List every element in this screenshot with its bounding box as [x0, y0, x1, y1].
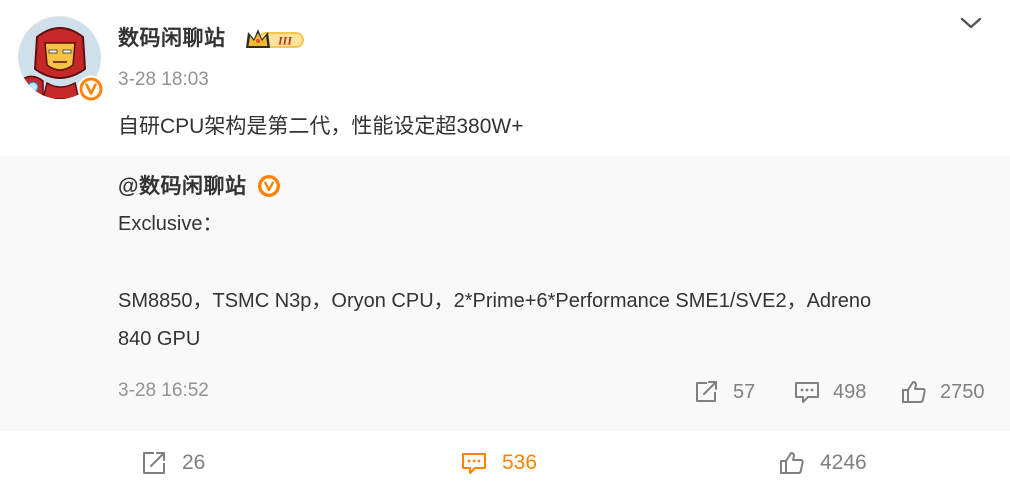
retweet-time[interactable]: 3-28 16:52: [118, 379, 209, 403]
comment-icon: [795, 382, 819, 403]
retweet-forward-count: 57: [733, 381, 756, 403]
thumbs-up-icon: [780, 452, 804, 474]
like-button[interactable]: 4246: [778, 448, 867, 478]
verified-badge-icon: [76, 74, 106, 104]
retweet-text-line: SM8850，TSMC N3p，Oryon CPU，2*Prime+6*Perf…: [118, 290, 872, 312]
retweet-text-line: 840 GPU: [118, 328, 201, 350]
share-icon: [143, 452, 165, 474]
comment-button[interactable]: 536: [460, 448, 537, 478]
more-options-button[interactable]: [958, 12, 984, 34]
post-text: 自研CPU架构是第二代，性能设定超380W+: [118, 115, 524, 138]
weibo-post: 数码闲聊站 III 3-28 18:03 自研CPU架构是第二代，性能设定超38…: [0, 0, 1010, 500]
retweet-like-button[interactable]: 2750: [900, 378, 985, 406]
retweet-text-line: Exclusive：: [118, 213, 223, 235]
forward-button[interactable]: 26: [140, 448, 205, 478]
retweet-comment-count: 498: [833, 381, 867, 403]
retweet-card[interactable]: @数码闲聊站 Exclusive： SM8850，TSMC N3p，Oryon …: [0, 156, 1010, 431]
like-count: 4246: [820, 451, 867, 474]
forward-count: 26: [182, 451, 206, 474]
retweet-verified-badge-icon: [257, 174, 281, 198]
rank-crown-icon[interactable]: III: [244, 26, 306, 52]
comment-icon: [462, 453, 486, 474]
retweet-author[interactable]: @数码闲聊站: [118, 174, 246, 200]
rank-badge-text: III: [277, 34, 293, 48]
action-toolbar: 26 536 4246: [0, 438, 1010, 490]
author-name[interactable]: 数码闲聊站: [118, 24, 226, 54]
post-time[interactable]: 3-28 18:03: [118, 68, 209, 92]
thumbs-up-icon: [902, 381, 926, 403]
retweet-forward-button[interactable]: 57: [693, 378, 755, 406]
avatar[interactable]: [18, 16, 105, 103]
comment-count: 536: [502, 451, 538, 474]
retweet-comment-button[interactable]: 498: [793, 378, 866, 406]
retweet-like-count: 2750: [940, 381, 985, 403]
chevron-down-icon: [960, 17, 982, 29]
share-icon: [696, 381, 717, 402]
